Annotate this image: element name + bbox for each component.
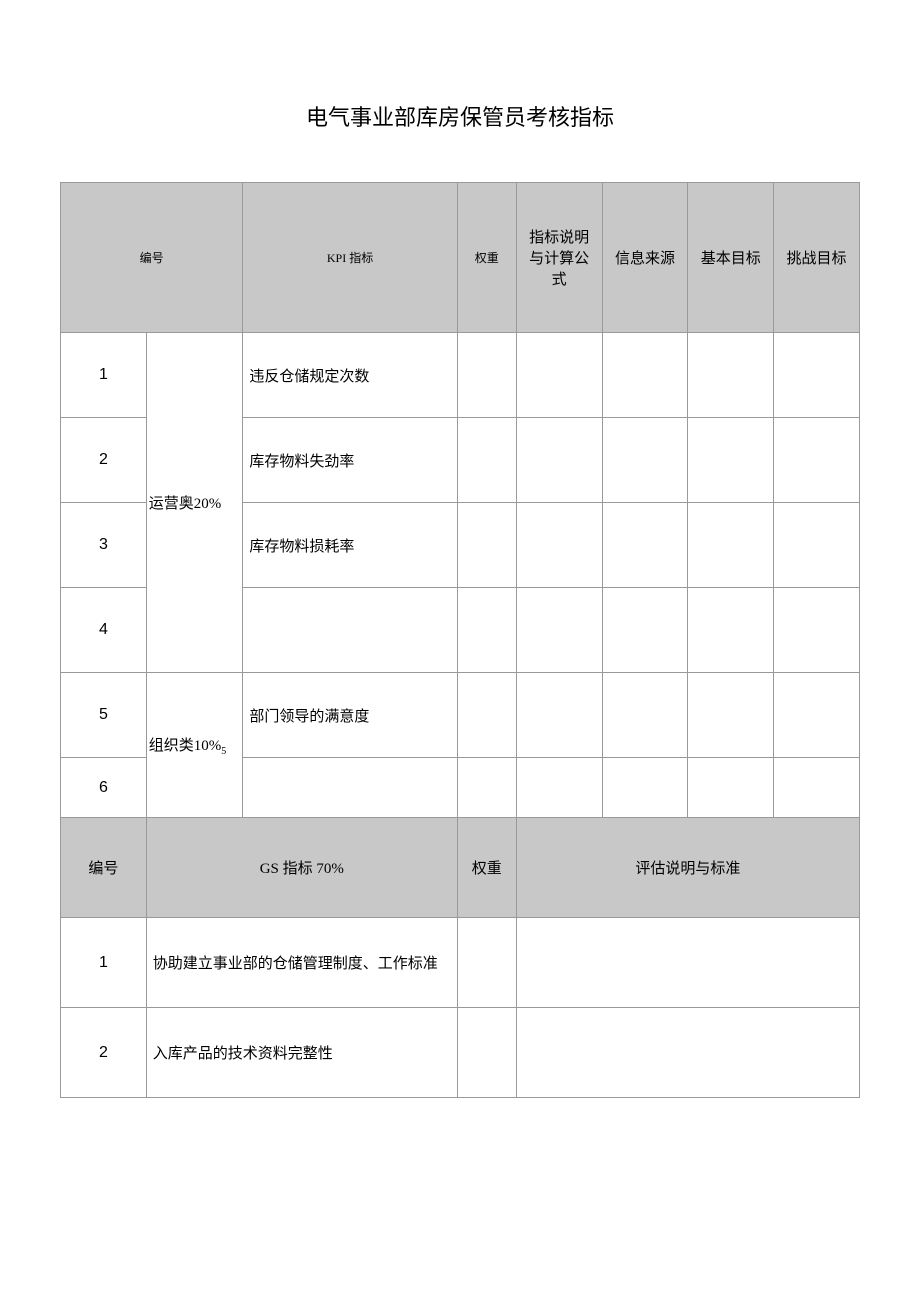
row-challenge bbox=[774, 588, 860, 673]
gs-row-num: 2 bbox=[61, 1008, 147, 1098]
row-desc bbox=[516, 333, 602, 418]
row-num: 3 bbox=[61, 503, 147, 588]
row-base bbox=[688, 758, 774, 818]
row-challenge bbox=[774, 333, 860, 418]
row-base bbox=[688, 418, 774, 503]
row-source bbox=[602, 503, 688, 588]
row-desc bbox=[516, 588, 602, 673]
row-challenge bbox=[774, 418, 860, 503]
row-source bbox=[602, 588, 688, 673]
row-base bbox=[688, 333, 774, 418]
gs-header-gs: GS 指标 70% bbox=[146, 818, 457, 918]
table-row: 1 运营奥20% 违反仓储规定次数 bbox=[61, 333, 860, 418]
header-challenge: 挑战目标 bbox=[774, 183, 860, 333]
row-weight bbox=[457, 418, 516, 503]
row-kpi bbox=[243, 588, 457, 673]
row-challenge bbox=[774, 758, 860, 818]
row-desc bbox=[516, 418, 602, 503]
row-weight bbox=[457, 588, 516, 673]
category-operations: 运营奥20% bbox=[146, 333, 243, 673]
row-source bbox=[602, 673, 688, 758]
gs-row-weight bbox=[457, 918, 516, 1008]
row-desc bbox=[516, 673, 602, 758]
category-org-sub: 5 bbox=[221, 746, 226, 757]
gs-header-weight: 权重 bbox=[457, 818, 516, 918]
row-kpi: 违反仓储规定次数 bbox=[243, 333, 457, 418]
row-challenge bbox=[774, 673, 860, 758]
gs-row-text: 协助建立事业部的仓储管理制度、工作标准 bbox=[146, 918, 457, 1008]
row-source bbox=[602, 418, 688, 503]
row-kpi: 部门领导的满意度 bbox=[243, 673, 457, 758]
table-header-row: 编号 KPI 指标 权重 指标说明与计算公式 信息来源 基本目标 挑战目标 bbox=[61, 183, 860, 333]
header-num: 编号 bbox=[61, 183, 243, 333]
row-source bbox=[602, 758, 688, 818]
gs-row-weight bbox=[457, 1008, 516, 1098]
row-weight bbox=[457, 503, 516, 588]
header-kpi: KPI 指标 bbox=[243, 183, 457, 333]
header-weight: 权重 bbox=[457, 183, 516, 333]
gs-header-num: 编号 bbox=[61, 818, 147, 918]
row-weight bbox=[457, 758, 516, 818]
gs-row-text: 入库产品的技术资料完整性 bbox=[146, 1008, 457, 1098]
row-num: 2 bbox=[61, 418, 147, 503]
header-source: 信息来源 bbox=[602, 183, 688, 333]
header-desc: 指标说明与计算公式 bbox=[516, 183, 602, 333]
row-base bbox=[688, 503, 774, 588]
category-org-label: 组织类10% bbox=[149, 738, 222, 754]
row-base bbox=[688, 588, 774, 673]
table-row: 1 协助建立事业部的仓储管理制度、工作标准 bbox=[61, 918, 860, 1008]
table-row: 2 入库产品的技术资料完整性 bbox=[61, 1008, 860, 1098]
row-desc bbox=[516, 503, 602, 588]
gs-row-eval bbox=[516, 1008, 859, 1098]
row-base bbox=[688, 673, 774, 758]
row-num: 1 bbox=[61, 333, 147, 418]
row-kpi: 库存物料失劲率 bbox=[243, 418, 457, 503]
row-num: 6 bbox=[61, 758, 147, 818]
page-title: 电气事业部库房保管员考核指标 bbox=[60, 100, 860, 132]
gs-row-eval bbox=[516, 918, 859, 1008]
category-organization: 组织类10%5 bbox=[146, 673, 243, 818]
kpi-table: 编号 KPI 指标 权重 指标说明与计算公式 信息来源 基本目标 挑战目标 1 … bbox=[60, 182, 860, 1098]
row-kpi bbox=[243, 758, 457, 818]
row-num: 5 bbox=[61, 673, 147, 758]
row-weight bbox=[457, 673, 516, 758]
row-kpi: 库存物料损耗率 bbox=[243, 503, 457, 588]
table-row: 5 组织类10%5 部门领导的满意度 bbox=[61, 673, 860, 758]
header-base: 基本目标 bbox=[688, 183, 774, 333]
row-desc bbox=[516, 758, 602, 818]
row-challenge bbox=[774, 503, 860, 588]
row-source bbox=[602, 333, 688, 418]
row-weight bbox=[457, 333, 516, 418]
gs-header-row: 编号 GS 指标 70% 权重 评估说明与标准 bbox=[61, 818, 860, 918]
row-num: 4 bbox=[61, 588, 147, 673]
gs-header-eval: 评估说明与标准 bbox=[516, 818, 859, 918]
gs-row-num: 1 bbox=[61, 918, 147, 1008]
